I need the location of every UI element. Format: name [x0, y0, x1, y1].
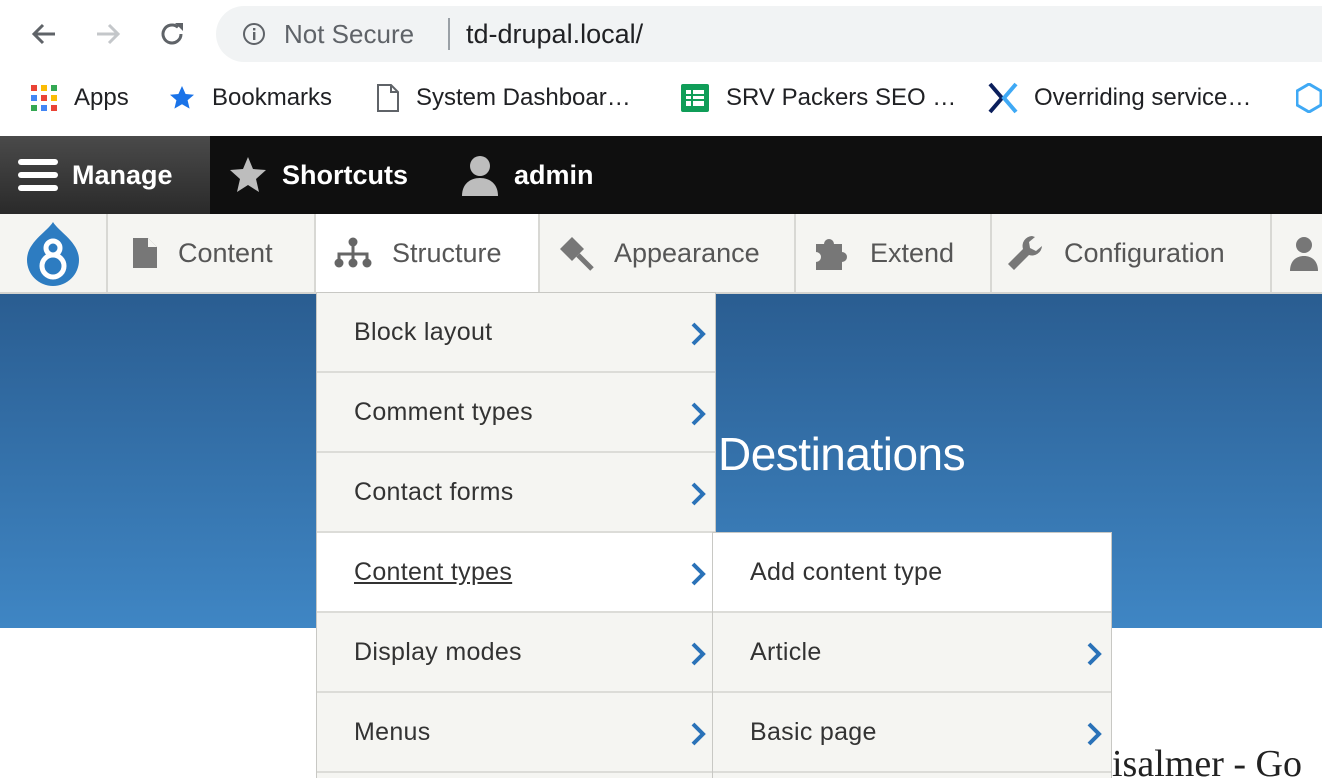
forward-button[interactable] — [88, 14, 128, 54]
tray-extend[interactable]: Extend — [796, 214, 992, 292]
spreadsheet-icon — [680, 83, 710, 113]
menu-item-display-modes[interactable]: Display modes — [317, 613, 715, 693]
reload-icon — [161, 23, 183, 45]
bookmark-label: Apps — [74, 84, 129, 111]
reload-button[interactable] — [152, 14, 192, 54]
menu-item-comment-types[interactable]: Comment types — [317, 373, 715, 453]
manage-label: Manage — [72, 159, 173, 190]
shortcuts-button[interactable]: Shortcuts — [228, 136, 408, 214]
url-text[interactable]: td-drupal.local/ — [466, 19, 643, 50]
omnibox[interactable]: Not Secure td-drupal.local/ — [216, 6, 1322, 62]
shortcuts-label: Shortcuts — [282, 159, 409, 190]
menu-item-label: Content types — [354, 557, 513, 586]
menu-item-content-types[interactable]: Content types — [317, 533, 715, 613]
bookmark-srv-packers[interactable]: SRV Packers SEO … — [680, 82, 956, 114]
tray-structure[interactable]: Structure — [316, 214, 540, 292]
hamburger-icon — [18, 158, 58, 192]
chevron-right-icon[interactable] — [689, 321, 707, 354]
drupal-home-button[interactable] — [0, 214, 108, 292]
browser-address-bar: Not Secure td-drupal.local/ — [0, 0, 1322, 68]
paintbrush-icon — [556, 235, 594, 271]
chevron-right-icon[interactable] — [689, 401, 707, 434]
menu-item-block-layout[interactable]: Block layout — [317, 293, 715, 373]
apps-grid-icon — [30, 84, 58, 112]
partial-logo-icon — [1296, 83, 1322, 113]
tray-label: Extend — [870, 237, 955, 268]
tray-configuration[interactable]: Configuration — [992, 214, 1272, 292]
menu-item-label: Basic page — [750, 717, 877, 746]
admin-tray: Content Structure Appearance Extend Conf… — [0, 214, 1322, 294]
menu-item-contact-forms[interactable]: Contact forms — [317, 453, 715, 533]
back-arrow-icon — [31, 23, 55, 45]
chevron-right-icon[interactable] — [1085, 721, 1103, 754]
bookmark-overriding-service[interactable]: Overriding service… — [988, 82, 1251, 114]
drupal-logo-icon — [22, 220, 84, 286]
tray-people[interactable] — [1272, 214, 1322, 292]
chevron-right-icon[interactable] — [689, 561, 707, 594]
omnibox-divider — [448, 18, 450, 50]
bookmark-partial[interactable] — [1296, 82, 1322, 114]
structure-submenu: Block layout Comment types Contact forms… — [316, 292, 716, 778]
bookmark-label: System Dashboar… — [416, 84, 631, 111]
puzzle-icon — [814, 236, 850, 270]
file-icon — [132, 237, 158, 269]
user-label: admin — [514, 159, 594, 190]
user-icon — [460, 154, 500, 196]
bookmark-bookmarks[interactable]: Bookmarks — [168, 82, 332, 114]
menu-item-label: Comment types — [354, 397, 533, 426]
security-label: Not Secure — [284, 19, 415, 49]
admin-toolbar: Manage Shortcuts admin — [0, 136, 1322, 214]
tray-label: Content — [178, 237, 273, 268]
tray-appearance[interactable]: Appearance — [540, 214, 796, 292]
menu-item-label: Article — [750, 637, 822, 666]
bookmark-apps[interactable]: Apps — [30, 82, 129, 114]
bookmark-label: Overriding service… — [1034, 84, 1252, 111]
chevron-right-icon[interactable] — [689, 721, 707, 754]
content-types-submenu: Add content type Article Basic page — [712, 532, 1112, 778]
chevron-right-icon[interactable] — [689, 481, 707, 514]
info-icon[interactable] — [242, 22, 266, 51]
wrench-icon — [1006, 234, 1044, 272]
tray-label: Appearance — [614, 237, 760, 268]
user-button[interactable]: admin — [460, 136, 594, 214]
star-icon — [228, 156, 268, 194]
menu-item-menus[interactable]: Menus — [317, 693, 715, 773]
x-logo-icon — [988, 82, 1018, 114]
tray-content[interactable]: Content — [108, 214, 316, 292]
chevron-right-icon[interactable] — [1085, 641, 1103, 674]
bookmarks-bar: Apps Bookmarks System Dashboar… SRV Pack… — [0, 68, 1322, 136]
back-button[interactable] — [24, 14, 64, 54]
menu-item-label: Add content type — [750, 557, 943, 586]
document-icon — [376, 83, 400, 113]
tray-label: Configuration — [1064, 237, 1225, 268]
forward-arrow-icon — [97, 23, 121, 45]
star-icon — [168, 84, 196, 112]
bookmark-label: Bookmarks — [212, 84, 333, 111]
people-icon — [1290, 235, 1322, 271]
chevron-right-icon[interactable] — [689, 641, 707, 674]
menu-item-label: Contact forms — [354, 477, 514, 506]
menu-item-label: Block layout — [354, 317, 493, 346]
menu-item-basic-page[interactable]: Basic page — [713, 693, 1111, 773]
tray-label: Structure — [392, 237, 502, 268]
bookmark-system-dashboard[interactable]: System Dashboar… — [376, 82, 631, 114]
menu-item-add-content-type[interactable]: Add content type — [713, 533, 1111, 613]
bookmark-label: SRV Packers SEO … — [726, 84, 957, 111]
page-title: Destinations — [718, 428, 966, 480]
manage-button[interactable]: Manage — [0, 136, 210, 214]
content-snippet: isalmer - Go — [1112, 743, 1302, 778]
structure-icon — [334, 237, 372, 269]
menu-item-article[interactable]: Article — [713, 613, 1111, 693]
menu-item-label: Menus — [354, 717, 431, 746]
menu-item-label: Display modes — [354, 637, 522, 666]
